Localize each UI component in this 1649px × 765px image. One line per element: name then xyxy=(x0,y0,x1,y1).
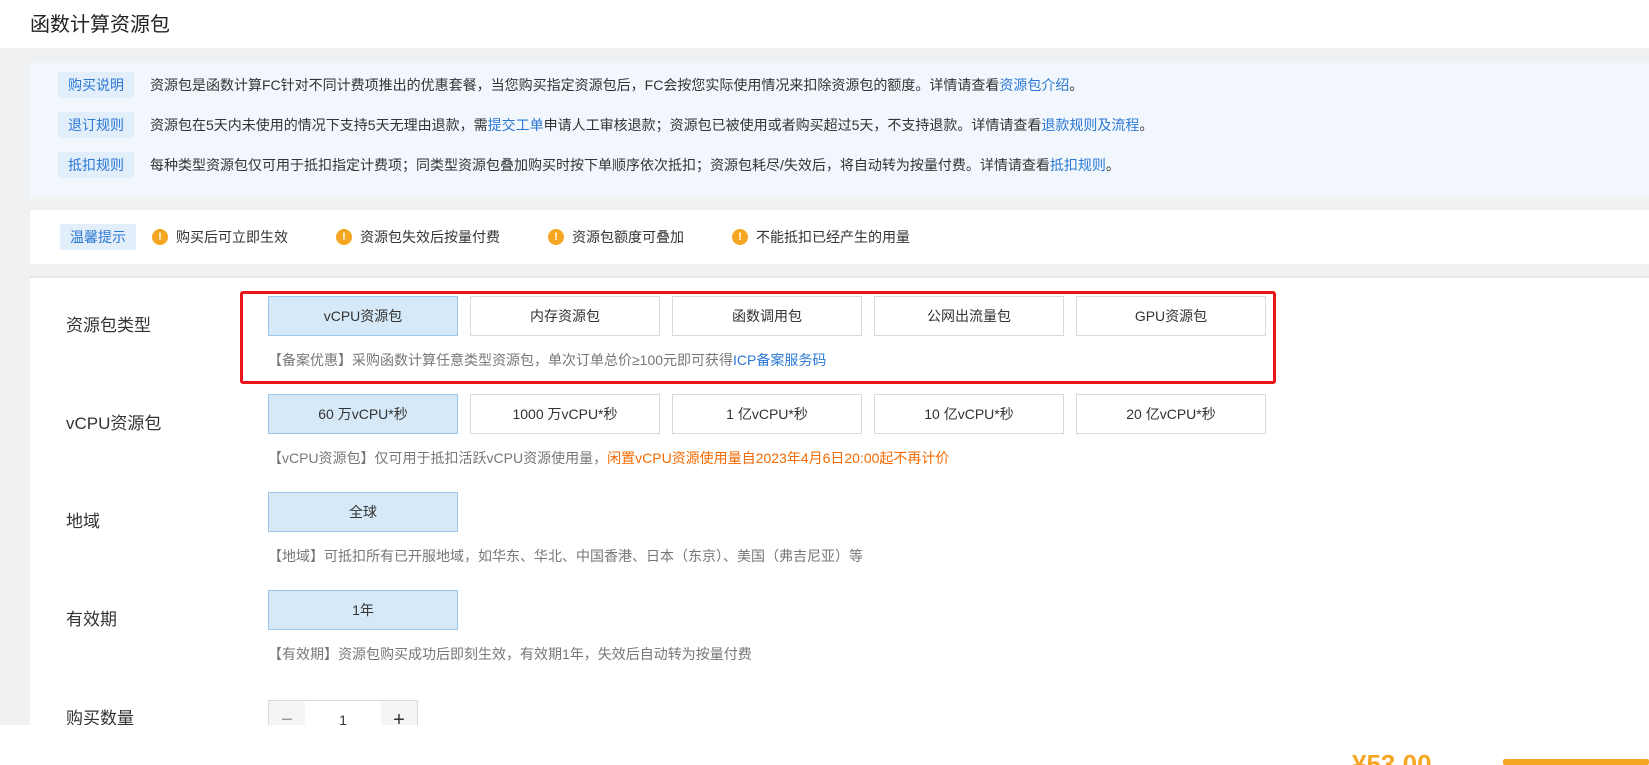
option-region-global[interactable]: 全球 xyxy=(268,492,458,532)
validity-hint: 【有效期】资源包购买成功后即刻生效，有效期1年，失效后自动转为按量付费 xyxy=(268,646,752,662)
buy-button[interactable] xyxy=(1503,759,1649,765)
tag-purchase: 购买说明 xyxy=(58,72,134,98)
link-submit-ticket[interactable]: 提交工单 xyxy=(488,115,544,135)
link-deduct-rules[interactable]: 抵扣规则 xyxy=(1050,155,1106,175)
region-hint: 【地域】可抵扣所有已开服地域，如华东、华北、中国香港、日本（东京）、美国（弗吉尼… xyxy=(268,548,863,564)
region-options: 全球 xyxy=(268,492,470,532)
option-outbound-traffic-package[interactable]: 公网出流量包 xyxy=(874,296,1064,336)
header: 函数计算资源包 xyxy=(0,0,1649,48)
link-refund-rules[interactable]: 退款规则及流程 xyxy=(1041,115,1139,135)
notice-purchase-text: 资源包是函数计算FC针对不同计费项推出的优惠套餐，当您购买指定资源包后，FC会按… xyxy=(150,77,1000,93)
option-vcpu-10yi[interactable]: 10 亿vCPU*秒 xyxy=(874,394,1064,434)
tag-tips: 温馨提示 xyxy=(60,224,136,250)
tag-refund: 退订规则 xyxy=(58,112,134,138)
tip-item: ! 资源包额度可叠加 xyxy=(548,227,684,247)
option-vcpu-60w[interactable]: 60 万vCPU*秒 xyxy=(268,394,458,434)
page-title: 函数计算资源包 xyxy=(30,14,170,36)
vcpu-hint: 【vCPU资源包】仅可用于抵扣活跃vCPU资源使用量，闲置vCPU资源使用量自2… xyxy=(268,450,950,466)
notice-row-deduct: 抵扣规则 每种类型资源包仅可用于抵扣指定计费项；同类型资源包叠加购买时按下单顺序… xyxy=(58,150,1120,180)
link-icp-code[interactable]: ICP备案服务码 xyxy=(733,352,826,368)
option-vcpu-20yi[interactable]: 20 亿vCPU*秒 xyxy=(1076,394,1266,434)
label-region: 地域 xyxy=(66,512,100,531)
notice-deduct-text: 每种类型资源包仅可用于抵扣指定计费项；同类型资源包叠加购买时按下单顺序依次抵扣；… xyxy=(150,157,1050,173)
tip-item: ! 购买后可立即生效 xyxy=(152,227,288,247)
notice-deduct-end: 。 xyxy=(1105,157,1120,173)
notice-refund-text2: 申请人工审核退款；资源包已被使用或者购买超过5天，不支持退款。详情请查看 xyxy=(543,117,1042,133)
warning-icon: ! xyxy=(336,229,352,245)
option-validity-1year[interactable]: 1年 xyxy=(268,590,458,630)
notice-row-purchase: 购买说明 资源包是函数计算FC针对不同计费项推出的优惠套餐，当您购买指定资源包后… xyxy=(58,70,1083,100)
package-type-hint: 【备案优惠】采购函数计算任意类型资源包，单次订单总价≥100元即可获得ICP备案… xyxy=(268,352,827,368)
label-validity: 有效期 xyxy=(66,610,117,629)
notice-row-refund: 退订规则 资源包在5天内未使用的情况下支持5天无理由退款，需 提交工单 申请人工… xyxy=(58,110,1153,140)
warning-icon: ! xyxy=(732,229,748,245)
total-price: ¥53.00 xyxy=(1352,749,1432,765)
label-package-type: 资源包类型 xyxy=(66,316,151,335)
option-vcpu-package[interactable]: vCPU资源包 xyxy=(268,296,458,336)
link-resource-package-intro[interactable]: 资源包介绍 xyxy=(999,75,1069,95)
warning-icon: ! xyxy=(548,229,564,245)
notice-refund-end: 。 xyxy=(1139,117,1154,133)
option-vcpu-1000w[interactable]: 1000 万vCPU*秒 xyxy=(470,394,660,434)
option-gpu-package[interactable]: GPU资源包 xyxy=(1076,296,1266,336)
option-invocation-package[interactable]: 函数调用包 xyxy=(672,296,862,336)
option-memory-package[interactable]: 内存资源包 xyxy=(470,296,660,336)
vcpu-hint-warning: 闲置vCPU资源使用量自2023年4月6日20:00起不再计价 xyxy=(607,450,950,466)
option-vcpu-1yi[interactable]: 1 亿vCPU*秒 xyxy=(672,394,862,434)
notice-refund-text1: 资源包在5天内未使用的情况下支持5天无理由退款，需 xyxy=(150,117,488,133)
tip-item: ! 资源包失效后按量付费 xyxy=(336,227,500,247)
label-vcpu-package: vCPU资源包 xyxy=(66,414,162,433)
warning-icon: ! xyxy=(152,229,168,245)
tag-deduct: 抵扣规则 xyxy=(58,152,134,178)
package-type-options: vCPU资源包 内存资源包 函数调用包 公网出流量包 GPU资源包 xyxy=(268,296,1278,336)
tip-item: ! 不能抵扣已经产生的用量 xyxy=(732,227,910,247)
vcpu-options: 60 万vCPU*秒 1000 万vCPU*秒 1 亿vCPU*秒 10 亿vC… xyxy=(268,394,1278,434)
notice-purchase-end: 。 xyxy=(1069,77,1084,93)
tips-bar: 温馨提示 ! 购买后可立即生效 ! 资源包失效后按量付费 ! 资源包额度可叠加 ! 不能… xyxy=(30,210,1649,264)
validity-options: 1年 xyxy=(268,590,470,630)
